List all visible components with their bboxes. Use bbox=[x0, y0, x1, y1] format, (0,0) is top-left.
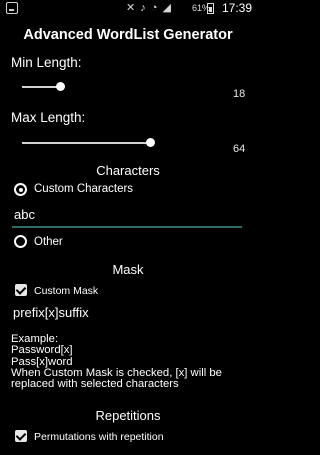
clock: 17:39 bbox=[222, 1, 253, 15]
example-line: replaced with selected characters bbox=[11, 378, 179, 391]
characters-heading: Characters bbox=[96, 163, 160, 178]
checkbox-checked-icon bbox=[15, 430, 27, 442]
custom-characters-input[interactable]: abc bbox=[12, 205, 242, 229]
max-length-slider[interactable] bbox=[22, 138, 222, 148]
max-length-value: 64 bbox=[233, 143, 246, 155]
repetitions-heading: Repetitions bbox=[95, 408, 161, 423]
min-length-thumb[interactable] bbox=[56, 82, 65, 91]
permutations-checkbox[interactable]: Permutations with repetition bbox=[15, 429, 235, 445]
permutations-label: Permutations with repetition bbox=[34, 431, 164, 443]
example-line: Password[x] bbox=[11, 344, 73, 357]
radio-selected-icon bbox=[14, 183, 27, 196]
custom-characters-text: abc bbox=[14, 207, 35, 222]
other-label: Other bbox=[34, 236, 63, 248]
custom-mask-checkbox[interactable]: Custom Mask bbox=[15, 283, 165, 299]
other-radio[interactable]: Other bbox=[14, 234, 114, 250]
min-length-slider[interactable] bbox=[22, 82, 222, 92]
max-length-label: Max Length: bbox=[11, 110, 86, 125]
max-length-thumb[interactable] bbox=[146, 138, 155, 147]
status-icons: ✕ ♪ ◔ ◢ bbox=[126, 2, 172, 14]
app-title: Advanced WordList Generator bbox=[23, 27, 233, 43]
input-underline bbox=[12, 226, 242, 228]
custom-characters-label: Custom Characters bbox=[34, 183, 134, 195]
max-length-track bbox=[22, 142, 150, 144]
mask-heading: Mask bbox=[112, 262, 144, 277]
status-bar: ✕ ♪ ◔ ◢ 61% 17:39 bbox=[0, 0, 256, 17]
mask-example: Example: Password[x] Pass[x]word When Cu… bbox=[11, 333, 251, 391]
screenshot-notification-icon bbox=[6, 2, 18, 14]
min-length-value: 18 bbox=[233, 88, 246, 100]
min-length-track bbox=[22, 86, 60, 88]
mask-input[interactable]: prefix[x]suffix bbox=[13, 305, 89, 320]
min-length-label: Min Length: bbox=[11, 55, 82, 70]
custom-mask-label: Custom Mask bbox=[34, 285, 99, 297]
custom-characters-radio[interactable]: Custom Characters bbox=[14, 182, 214, 198]
checkbox-checked-icon bbox=[15, 284, 27, 296]
radio-unselected-icon bbox=[14, 235, 27, 248]
battery-icon bbox=[207, 3, 214, 14]
